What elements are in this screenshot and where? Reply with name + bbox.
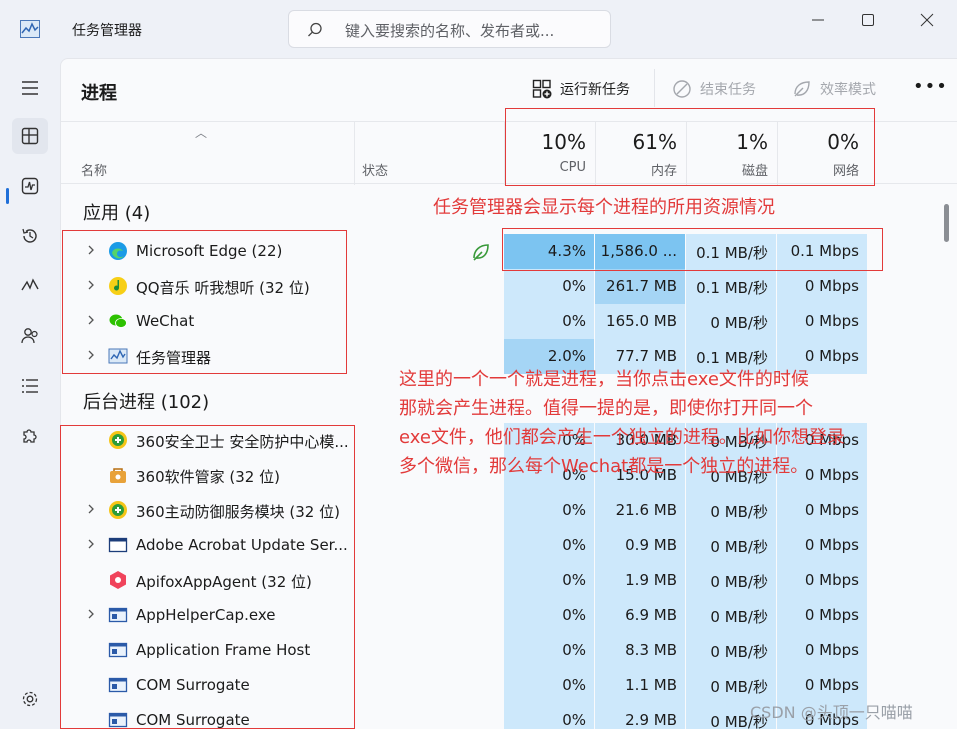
search-placeholder: 键入要搜索的名称、发布者或... [345, 22, 555, 40]
nav-rail [0, 58, 60, 729]
mem-cell: 261.7 MB [595, 269, 685, 304]
nav-performance[interactable] [12, 168, 48, 204]
page-title: 进程 [81, 83, 117, 104]
minimize-button[interactable] [803, 8, 833, 32]
nav-users[interactable] [12, 318, 48, 354]
cpu-cell: 0% [504, 304, 594, 339]
disk-cell: 0 MB/秒 [686, 493, 776, 528]
disk-cell: 0 MB/秒 [686, 598, 776, 633]
title-bar: 任务管理器 键入要搜索的名称、发布者或... [0, 0, 957, 58]
annotation-process-note-4: 多个微信，那么每个Wechat都是一个独立的进程。 [399, 456, 809, 477]
annotation-box-totals [505, 108, 875, 186]
details-list-icon [22, 379, 38, 393]
history-icon [22, 228, 37, 243]
startup-icon [21, 278, 39, 291]
annotation-box-apps [62, 230, 347, 374]
search-icon [308, 22, 322, 37]
mem-cell: 1.9 MB [595, 563, 685, 598]
mem-cell: 8.3 MB [595, 633, 685, 668]
end-task-button[interactable]: 结束任务 [672, 76, 756, 102]
watermark: CSDN @头顶一只喵喵 [750, 703, 913, 722]
efficiency-mode-label: 效率模式 [820, 82, 876, 98]
close-icon [920, 13, 934, 27]
minimize-icon [812, 19, 824, 21]
nav-app-history[interactable] [12, 218, 48, 254]
hamburger-icon [22, 81, 38, 95]
annotation-box-edge-usage [502, 228, 883, 271]
net-cell: 0 Mbps [777, 633, 867, 668]
search-input[interactable]: 键入要搜索的名称、发布者或... [288, 10, 611, 48]
end-task-label: 结束任务 [700, 82, 756, 98]
apps-group-header: 应用 (4) [83, 203, 151, 224]
nav-processes[interactable] [12, 118, 48, 154]
end-task-icon [673, 80, 691, 98]
toolbar-separator [654, 69, 655, 107]
cpu-cell: 0% [504, 528, 594, 563]
mem-cell: 21.6 MB [595, 493, 685, 528]
cpu-cell: 0% [504, 563, 594, 598]
nav-settings[interactable] [12, 681, 48, 717]
gear-icon [22, 691, 38, 707]
annotation-process-note-3: exe文件，他们都会产生一个独立的进程。比如你想登录 [399, 427, 845, 448]
close-button[interactable] [912, 8, 942, 32]
run-new-task-button[interactable]: 运行新任务 [532, 76, 630, 102]
disk-cell: 0 MB/秒 [686, 563, 776, 598]
run-task-icon [532, 79, 552, 99]
mem-cell: 2.9 MB [595, 703, 685, 729]
annotation-process-note-1: 这里的一个一个就是进程，当你点击exe文件的时候 [399, 369, 809, 390]
scrollbar-thumb[interactable] [944, 204, 949, 242]
nav-active-indicator [6, 188, 9, 204]
nav-services[interactable] [12, 418, 48, 454]
mem-cell: 1.1 MB [595, 668, 685, 703]
sort-ascending-icon: ︿ [195, 126, 208, 140]
taskmanager-app-icon [20, 20, 40, 38]
leaf-icon [794, 81, 810, 97]
net-cell: 0 Mbps [777, 598, 867, 633]
cpu-cell: 0% [504, 269, 594, 304]
disk-cell: 0 MB/秒 [686, 304, 776, 339]
background-group-header: 后台进程 (102) [83, 392, 210, 413]
annotation-resource-note: 任务管理器会显示每个进程的所用资源情况 [433, 197, 775, 218]
net-cell: 0 Mbps [777, 528, 867, 563]
annotation-process-note-2: 那就会产生进程。值得一提的是，即使你打开同一个 [399, 398, 813, 419]
maximize-icon [862, 14, 874, 26]
menu-button[interactable] [12, 70, 48, 106]
annotation-box-background [60, 425, 355, 729]
cpu-cell: 0% [504, 668, 594, 703]
cpu-cell: 0% [504, 633, 594, 668]
nav-details[interactable] [12, 368, 48, 404]
mem-cell: 0.9 MB [595, 528, 685, 563]
disk-cell: 0.1 MB/秒 [686, 269, 776, 304]
name-column-header[interactable]: 名称 [81, 160, 107, 179]
nav-startup[interactable] [12, 268, 48, 304]
efficiency-mode-button[interactable]: 效率模式 [792, 76, 876, 102]
disk-cell: 0 MB/秒 [686, 668, 776, 703]
net-cell: 0 Mbps [777, 269, 867, 304]
net-cell: 0 Mbps [777, 563, 867, 598]
disk-cell: 0 MB/秒 [686, 528, 776, 563]
maximize-button[interactable] [853, 8, 883, 32]
window-title: 任务管理器 [72, 23, 142, 39]
efficiency-leaf-icon [470, 241, 492, 263]
cpu-cell: 0% [504, 493, 594, 528]
net-cell: 0 Mbps [777, 304, 867, 339]
users-icon [21, 328, 38, 344]
mem-cell: 6.9 MB [595, 598, 685, 633]
net-cell: 0 Mbps [777, 668, 867, 703]
run-new-task-label: 运行新任务 [560, 82, 630, 98]
column-divider[interactable] [354, 122, 355, 185]
disk-cell: 0 MB/秒 [686, 633, 776, 668]
more-options-button[interactable]: ••• [913, 76, 948, 97]
puzzle-icon [23, 429, 37, 443]
net-cell: 0 Mbps [777, 493, 867, 528]
mem-cell: 165.0 MB [595, 304, 685, 339]
cpu-cell: 0% [504, 598, 594, 633]
status-column-header[interactable]: 状态 [362, 160, 388, 179]
performance-icon [21, 177, 39, 195]
cpu-cell: 0% [504, 703, 594, 729]
processes-icon [21, 127, 39, 145]
